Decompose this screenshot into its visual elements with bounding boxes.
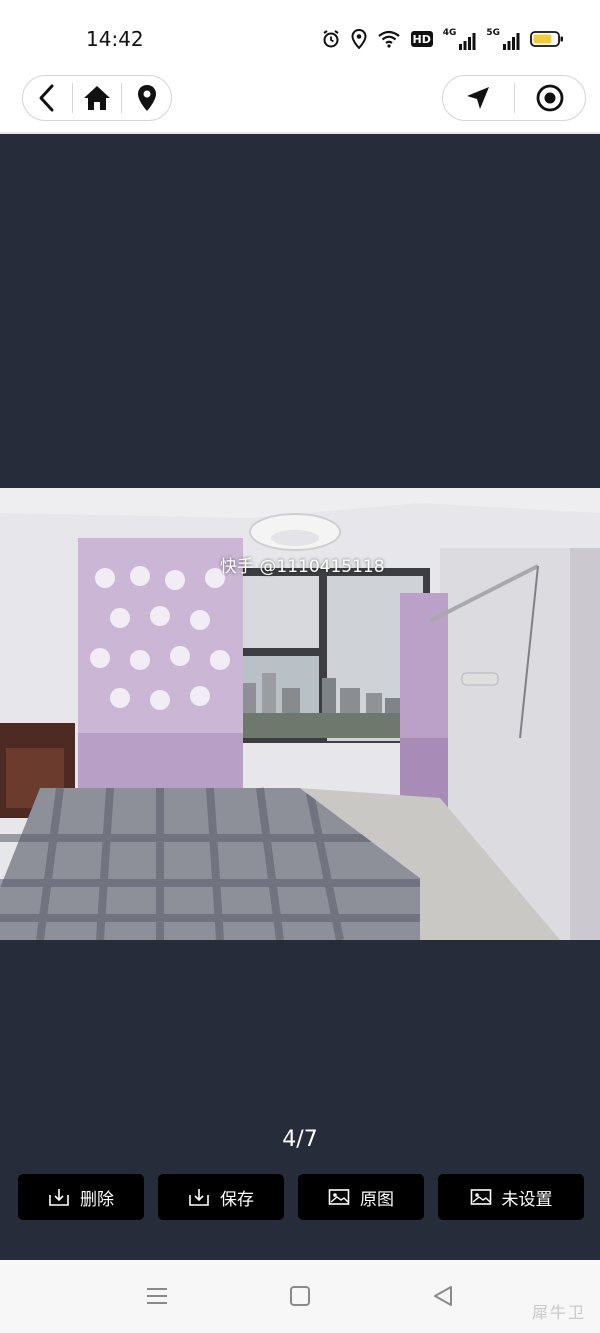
clock: 14:42 xyxy=(86,27,144,51)
nav-capsule-left xyxy=(22,75,172,121)
target-button[interactable] xyxy=(515,75,586,121)
location-button[interactable] xyxy=(122,75,171,121)
signal-4g: 4G xyxy=(443,28,477,50)
network-4g-label: 4G xyxy=(442,28,457,38)
image-icon xyxy=(328,1189,350,1205)
download-icon xyxy=(49,1189,69,1206)
target-icon xyxy=(536,84,564,112)
original-image-label: 原图 xyxy=(360,1189,394,1210)
home-nav-button[interactable] xyxy=(289,1284,311,1312)
home-icon xyxy=(84,86,110,110)
action-bar: 删除 保存 原图 未设置 xyxy=(18,1174,584,1220)
network-5g-label: 5G xyxy=(486,28,500,38)
not-set-label: 未设置 xyxy=(501,1189,553,1210)
location-status-icon xyxy=(351,29,367,49)
navigate-button[interactable] xyxy=(443,75,514,121)
map-pin-icon xyxy=(137,85,156,111)
back-button[interactable] xyxy=(23,75,72,121)
back-nav-button[interactable] xyxy=(432,1284,454,1312)
signal-5g: 5G xyxy=(486,28,520,50)
battery-icon xyxy=(530,31,563,47)
delete-label: 删除 xyxy=(80,1189,114,1210)
corner-watermark: 犀牛卫 xyxy=(531,1303,586,1322)
recents-button[interactable] xyxy=(145,1284,169,1312)
watermark-text: 快手 @1110415118 xyxy=(220,557,385,577)
signal-bars-icon xyxy=(459,33,476,50)
square-icon xyxy=(290,1286,310,1306)
navigation-arrow-icon xyxy=(467,87,490,109)
menu-icon xyxy=(147,1288,167,1304)
status-icons: HD 4G 5G xyxy=(321,25,564,53)
image-viewer: 快手 @1110415118 4/7 删除 保存 原图 未设置 xyxy=(0,134,600,1260)
signal-bars-icon xyxy=(503,33,520,50)
save-button[interactable]: 保存 xyxy=(158,1174,284,1220)
status-bar: 14:42 HD 4G 5G xyxy=(0,0,600,72)
hd-badge: HD xyxy=(410,31,433,47)
not-set-button[interactable]: 未设置 xyxy=(438,1174,584,1220)
page-counter: 4/7 xyxy=(282,1127,318,1152)
nav-capsule-right xyxy=(442,75,586,121)
wifi-icon xyxy=(378,30,400,48)
download-icon xyxy=(189,1189,209,1206)
image-icon xyxy=(470,1189,491,1205)
home-button[interactable] xyxy=(73,75,122,121)
original-image-button[interactable]: 原图 xyxy=(298,1174,424,1220)
delete-button[interactable]: 删除 xyxy=(18,1174,144,1220)
chevron-left-icon xyxy=(39,84,54,112)
triangle-back-icon xyxy=(434,1286,452,1306)
save-label: 保存 xyxy=(220,1189,254,1210)
alarm-icon xyxy=(323,30,339,48)
system-nav-bar: 犀牛卫 xyxy=(0,1260,600,1333)
